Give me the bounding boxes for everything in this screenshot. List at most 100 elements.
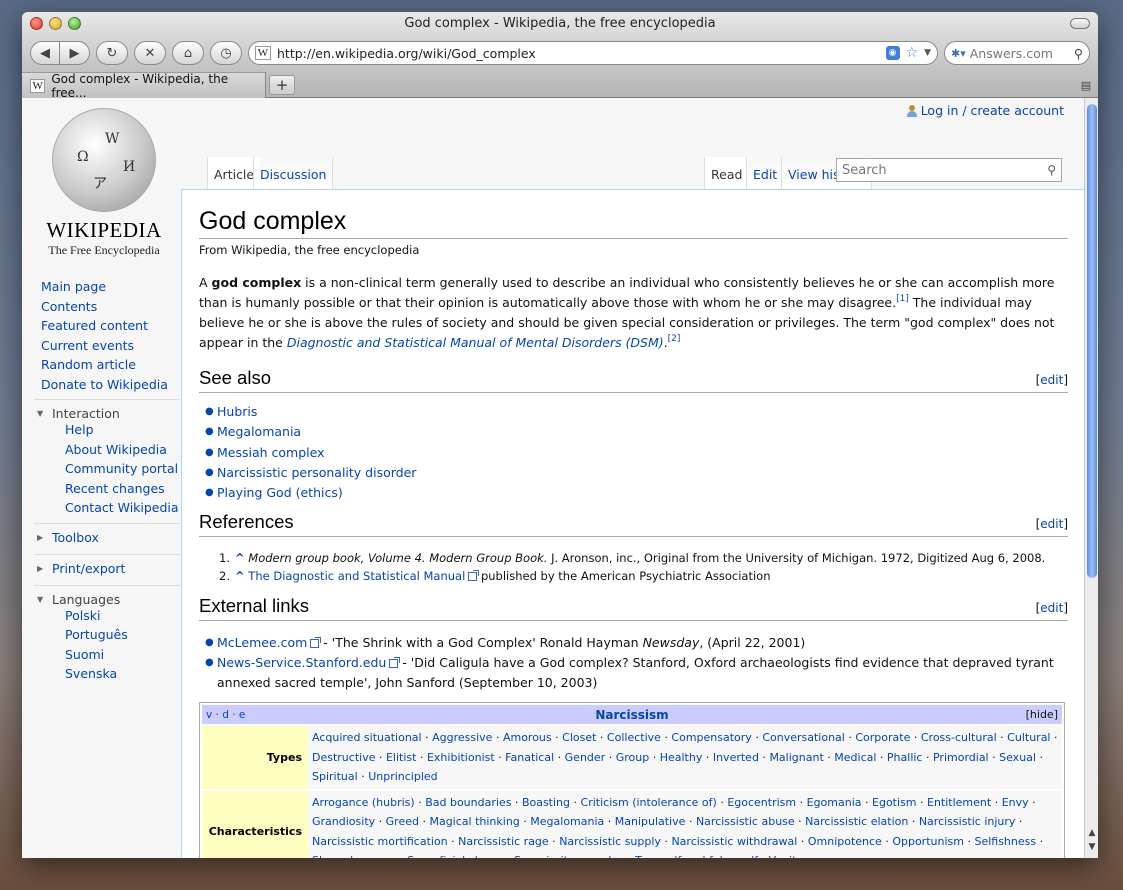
navbox-item-link[interactable]: Narcissistic abuse xyxy=(696,815,795,828)
navbox-item-link[interactable]: Omnipotence xyxy=(808,835,882,848)
see-also-link[interactable]: Narcissistic personality disorder xyxy=(217,465,416,481)
ref-backlink[interactable]: ^ xyxy=(235,569,245,583)
navbox-item-link[interactable]: Boasting xyxy=(522,796,570,809)
navbox-item-link[interactable]: Cultural xyxy=(1007,731,1050,744)
sidebar-item-lang-polski[interactable]: Polski xyxy=(46,607,180,627)
external-link[interactable]: McLemee.com xyxy=(217,635,307,650)
navbox-item-link[interactable]: Manipulative xyxy=(615,815,686,828)
navbox-item-link[interactable]: Magical thinking xyxy=(429,815,519,828)
back-button[interactable]: ◀ xyxy=(30,41,60,65)
sidebar-item-current-events[interactable]: Current events xyxy=(22,337,180,357)
navbox-item-link[interactable]: Exhibitionist xyxy=(427,751,495,764)
navbox-item-link[interactable]: Inverted xyxy=(713,751,759,764)
navbox-item-link[interactable]: Gender xyxy=(565,751,606,764)
sidebar-item-lang-suomi[interactable]: Suomi xyxy=(46,646,180,666)
see-also-link[interactable]: Playing God (ethics) xyxy=(217,486,343,501)
sidebar-item-lang-portugues[interactable]: Português xyxy=(46,626,180,646)
navbox-item-link[interactable]: Elitist xyxy=(386,751,416,764)
tab-discussion[interactable]: Discussion xyxy=(253,157,334,189)
chevron-down-icon[interactable]: ▼ xyxy=(924,48,931,58)
vertical-scrollbar[interactable]: ▲ ▼ xyxy=(1084,98,1098,858)
navbox-item-link[interactable]: Group xyxy=(616,751,650,764)
navbox-item-link[interactable]: Conversational xyxy=(762,731,845,744)
navbox-item-link[interactable]: Medical xyxy=(834,751,876,764)
navbox-vde-links[interactable]: v · d · e xyxy=(206,709,266,721)
navbox-item-link[interactable]: Greed xyxy=(386,815,419,828)
navbox-item-link[interactable]: Egomania xyxy=(807,796,862,809)
navbox-item-link[interactable]: Narcissistic rage xyxy=(458,835,549,848)
new-tab-button[interactable]: + xyxy=(269,75,295,95)
ref-backlink[interactable]: ^ xyxy=(235,551,245,565)
search-icon[interactable]: ⚲ xyxy=(1047,163,1056,177)
navbox-item-link[interactable]: Selfishness xyxy=(974,835,1036,848)
bookmark-star-icon[interactable]: ☆ xyxy=(906,45,919,61)
edit-text[interactable]: edit xyxy=(1040,601,1063,615)
wikipedia-logo[interactable]: Ω W И ア WIKIPEDIA The Free Encyclopedia xyxy=(34,108,174,258)
browser-tab[interactable]: W God complex - Wikipedia, the free... xyxy=(22,72,266,100)
edit-section-link[interactable]: [edit] xyxy=(1036,601,1068,615)
portal-print-header[interactable]: ▶ Print/export xyxy=(34,561,180,576)
navbox-item-link[interactable]: True self and false self xyxy=(635,854,758,858)
tab-overflow-icon[interactable]: ▤ xyxy=(1074,72,1098,98)
external-link[interactable]: News-Service.Stanford.edu xyxy=(217,655,386,670)
navbox-item-link[interactable]: Narcissistic injury xyxy=(919,815,1016,828)
navbox-hide-toggle[interactable]: [hide] xyxy=(998,708,1058,721)
navbox-item-link[interactable]: Arrogance (hubris) xyxy=(312,796,415,809)
address-bar[interactable]: W http://en.wikipedia.org/wiki/God_compl… xyxy=(248,41,938,65)
navbox-item-link[interactable]: Fanatical xyxy=(505,751,554,764)
navbox-item-link[interactable]: Superficial charm xyxy=(407,854,503,858)
sidebar-item-help[interactable]: Help xyxy=(46,421,180,441)
scrollbar-thumb[interactable] xyxy=(1087,104,1097,578)
sidebar-item-about[interactable]: About Wikipedia xyxy=(46,441,180,461)
navbox-item-link[interactable]: Opportunism xyxy=(892,835,964,848)
navbox-item-link[interactable]: Compensatory xyxy=(671,731,751,744)
navbox-title[interactable]: Narcissism xyxy=(595,708,668,722)
forward-button[interactable]: ▶ xyxy=(60,41,90,65)
sidebar-item-lang-svenska[interactable]: Svenska xyxy=(46,665,180,685)
dsm-link[interactable]: Diagnostic and Statistical Manual of Men… xyxy=(287,335,664,350)
stop-button[interactable]: ✕ xyxy=(134,41,166,65)
navbox-item-link[interactable]: Criticism (intolerance of) xyxy=(581,796,717,809)
navbox-item-link[interactable]: Egotism xyxy=(872,796,916,809)
navbox-item-link[interactable]: Egocentrism xyxy=(727,796,796,809)
toolbar-toggle-button[interactable] xyxy=(1070,18,1090,29)
portal-languages-header[interactable]: ▼ Languages xyxy=(34,592,180,607)
sidebar-item-recent-changes[interactable]: Recent changes xyxy=(46,480,180,500)
edit-section-link[interactable]: [edit] xyxy=(1036,517,1068,531)
sidebar-item-donate[interactable]: Donate to Wikipedia xyxy=(22,376,180,396)
scroll-up-icon[interactable]: ▲ xyxy=(1086,826,1098,840)
see-also-link[interactable]: Hubris xyxy=(217,404,257,420)
navbox-item-link[interactable]: Corporate xyxy=(855,731,910,744)
navbox-item-link[interactable]: Cross-cultural xyxy=(921,731,997,744)
sidebar-item-main-page[interactable]: Main page xyxy=(22,278,180,298)
rss-feed-icon[interactable]: ◉ xyxy=(885,46,900,60)
navbox-item-link[interactable]: Spiritual xyxy=(312,770,358,783)
navbox-item-link[interactable]: Shamelessness xyxy=(312,854,397,858)
tab-edit[interactable]: Edit xyxy=(746,157,784,189)
portal-toolbox-header[interactable]: ▶ Toolbox xyxy=(34,530,180,545)
navbox-item-link[interactable]: Aggressive xyxy=(432,731,492,744)
navbox-item-link[interactable]: Narcissistic supply xyxy=(559,835,661,848)
edit-text[interactable]: edit xyxy=(1040,373,1063,387)
navbox-item-link[interactable]: Narcissistic withdrawal xyxy=(671,835,797,848)
navbox-item-link[interactable]: Grandiosity xyxy=(312,815,375,828)
navbox-item-link[interactable]: Closet xyxy=(562,731,596,744)
navbox-item-link[interactable]: Collective xyxy=(607,731,661,744)
navbox-item-link[interactable]: Sexual xyxy=(999,751,1036,764)
navbox-item-link[interactable]: Megalomania xyxy=(530,815,604,828)
history-button[interactable]: ◷ xyxy=(210,41,242,65)
navbox-item-link[interactable]: Narcissistic mortification xyxy=(312,835,448,848)
navbox-item-link[interactable]: Malignant xyxy=(769,751,823,764)
navbox-item-link[interactable]: Unprincipled xyxy=(368,770,437,783)
navbox-item-link[interactable]: Entitlement xyxy=(927,796,991,809)
portal-interaction-header[interactable]: ▼ Interaction xyxy=(34,406,180,421)
tab-read[interactable]: Read xyxy=(704,157,749,189)
scroll-down-icon[interactable]: ▼ xyxy=(1086,840,1098,854)
ref-external-link[interactable]: The Diagnostic and Statistical Manual xyxy=(248,569,465,583)
navbox-item-link[interactable]: Amorous xyxy=(503,731,552,744)
browser-search-field[interactable]: ✱▾ Answers.com ⚲ xyxy=(944,41,1090,65)
navbox-item-link[interactable]: Phallic xyxy=(887,751,923,764)
navbox-item-link[interactable]: Bad boundaries xyxy=(425,796,511,809)
navbox-item-link[interactable]: Narcissistic elation xyxy=(805,815,908,828)
navbox-item-link[interactable]: Primordial xyxy=(933,751,989,764)
